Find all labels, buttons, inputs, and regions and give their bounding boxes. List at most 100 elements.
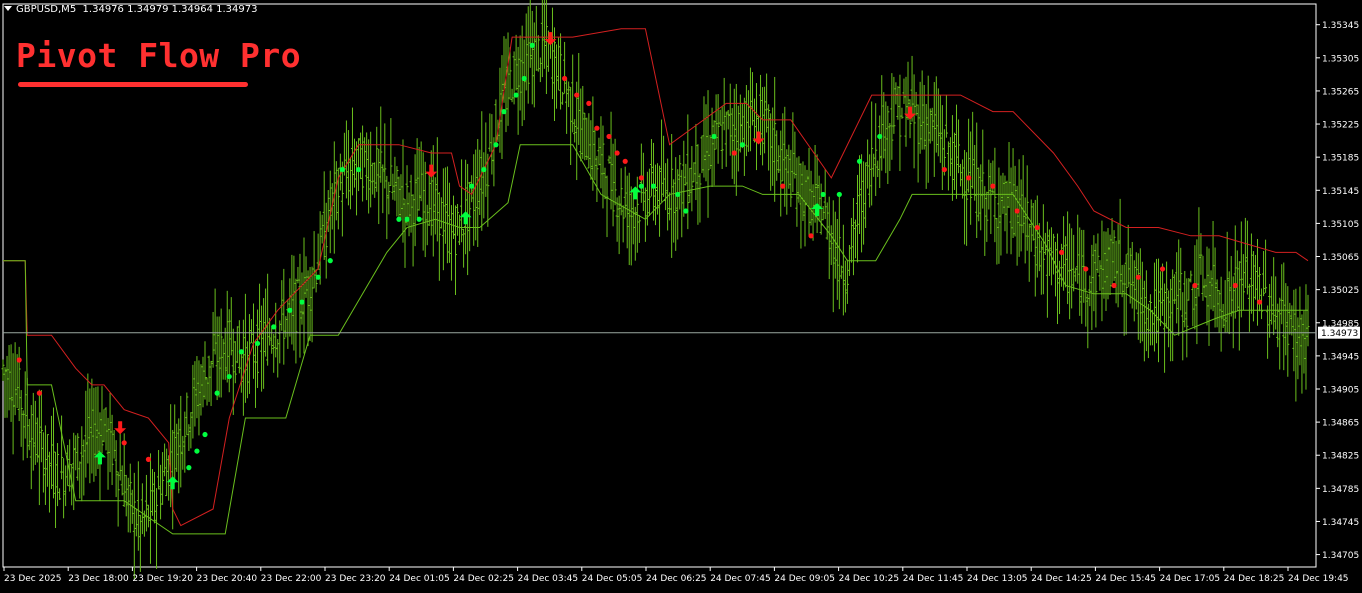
- bear-dot: [941, 166, 947, 173]
- bear-dot: [121, 440, 127, 446]
- y-tick-label: 1.34785: [1322, 485, 1359, 495]
- bear-dot: [16, 357, 22, 363]
- x-tick-label: 24 Dec 18:25: [1224, 574, 1285, 584]
- x-tick-label: 23 Dec 19:20: [132, 574, 193, 584]
- bull-dot: [315, 274, 321, 280]
- bull-dot: [683, 208, 689, 214]
- bull-dot: [226, 373, 232, 380]
- bull-dot: [299, 299, 305, 305]
- bull-dot: [404, 216, 410, 222]
- x-tick-label: 24 Dec 14:25: [1031, 574, 1092, 584]
- y-tick-label: 1.34705: [1322, 551, 1359, 561]
- bear-dot: [1014, 208, 1020, 214]
- bull-dot: [214, 390, 220, 396]
- bull-dot: [836, 191, 842, 198]
- bear-dot: [1159, 266, 1166, 272]
- x-tick-label: 24 Dec 01:05: [389, 574, 450, 584]
- bull-dot: [521, 75, 527, 82]
- bull-dot: [513, 92, 519, 98]
- bull-dot: [501, 109, 507, 115]
- x-tick-label: 24 Dec 17:05: [1160, 574, 1221, 584]
- bear-dot: [36, 390, 42, 396]
- bear-dot: [1058, 249, 1065, 255]
- x-tick-label: 24 Dec 11:45: [903, 574, 964, 584]
- bull-dot: [355, 166, 362, 173]
- y-tick-label: 1.35065: [1322, 253, 1359, 263]
- x-tick-label: 23 Dec 20:40: [197, 574, 258, 584]
- y-tick-label: 1.35305: [1322, 54, 1359, 64]
- chart-header: GBPUSD,M5 1.34976 1.34979 1.34964 1.3497…: [4, 4, 258, 15]
- chart-canvas[interactable]: 1.35345 1.35305 1.35265 1.35225 1.35185 1.351…: [0, 0, 1362, 589]
- bull-dot: [711, 133, 717, 140]
- bear-dot: [574, 92, 580, 98]
- bear-dot: [808, 233, 814, 239]
- y-tick-label: 1.35225: [1322, 121, 1359, 131]
- bear-dot: [1232, 282, 1238, 289]
- sell-arrow-icon: [114, 421, 127, 435]
- bull-dot: [638, 183, 644, 189]
- chevron-down-icon[interactable]: [4, 6, 12, 11]
- bear-dot: [1135, 274, 1141, 280]
- bull-dot: [416, 216, 422, 222]
- bull-dot: [396, 216, 402, 222]
- bear-dot: [966, 175, 972, 181]
- y-tick-label: 1.34945: [1322, 352, 1359, 362]
- bull-dot: [238, 349, 244, 355]
- bull-dot: [820, 191, 826, 198]
- bull-dot: [856, 158, 863, 164]
- x-tick-label: 23 Dec 23:20: [325, 574, 386, 584]
- x-tick-label: 24 Dec 10:25: [839, 574, 900, 584]
- x-tick-label: 24 Dec 15:45: [1095, 574, 1156, 584]
- bull-dot: [481, 166, 487, 173]
- bear-dot: [145, 456, 152, 462]
- x-tick-label: 23 Dec 2025: [4, 574, 62, 584]
- bear-dot: [1192, 282, 1198, 289]
- y-tick-label: 1.35345: [1322, 21, 1359, 31]
- bull-dot: [493, 142, 499, 148]
- y-tick-label: 1.35105: [1322, 220, 1359, 230]
- bull-dot: [327, 258, 333, 264]
- x-tick-label: 24 Dec 02:25: [453, 574, 514, 584]
- bear-dot: [731, 150, 737, 156]
- bear-dot: [1111, 282, 1117, 289]
- bear-dot: [606, 133, 612, 140]
- symbol-label: GBPUSD,M5: [16, 4, 77, 15]
- bull-dot: [469, 183, 475, 189]
- bull-dot: [739, 142, 745, 148]
- x-tick-label: 23 Dec 18:00: [68, 574, 129, 584]
- bull-dot: [271, 324, 277, 330]
- ohlc-label: 1.34976 1.34979 1.34964 1.34973: [82, 4, 258, 15]
- bull-dot: [202, 431, 208, 438]
- bull-dot: [194, 448, 200, 454]
- y-tick-label: 1.35025: [1322, 286, 1359, 296]
- y-tick-label: 1.35185: [1322, 154, 1359, 164]
- x-tick-label: 24 Dec 05:05: [582, 574, 643, 584]
- bull-dot: [339, 166, 345, 173]
- bull-dot: [877, 133, 883, 140]
- bear-dot: [614, 150, 620, 156]
- bear-dot: [990, 183, 996, 189]
- bear-dot: [1256, 299, 1263, 305]
- bull-dot: [254, 340, 261, 347]
- x-tick-label: 24 Dec 03:45: [518, 574, 579, 584]
- x-tick-label: 24 Dec 07:45: [710, 574, 771, 584]
- y-tick-label: 1.34865: [1322, 419, 1359, 429]
- y-tick-label: 1.35265: [1322, 87, 1359, 97]
- bear-dot: [561, 75, 568, 82]
- y-tick-label: 1.34905: [1322, 385, 1359, 395]
- bear-dot: [586, 100, 592, 106]
- price-chart[interactable]: 1.35345 1.35305 1.35265 1.35225 1.35185 1.351…: [0, 0, 1362, 589]
- current-price-label: 1.34973: [1321, 329, 1358, 339]
- x-tick-label: 24 Dec 09:05: [774, 574, 835, 584]
- brand-underline: [18, 82, 248, 87]
- y-tick-label: 1.34745: [1322, 518, 1359, 528]
- bull-dot: [186, 465, 192, 471]
- bear-dot: [1034, 224, 1040, 231]
- bear-dot: [780, 183, 786, 189]
- sell-arrow-icon: [425, 164, 438, 178]
- bull-dot: [287, 307, 293, 313]
- plot-frame: [2, 3, 1317, 568]
- y-tick-label: 1.34825: [1322, 452, 1359, 462]
- bull-dot: [650, 183, 657, 189]
- x-tick-label: 24 Dec 19:45: [1288, 574, 1349, 584]
